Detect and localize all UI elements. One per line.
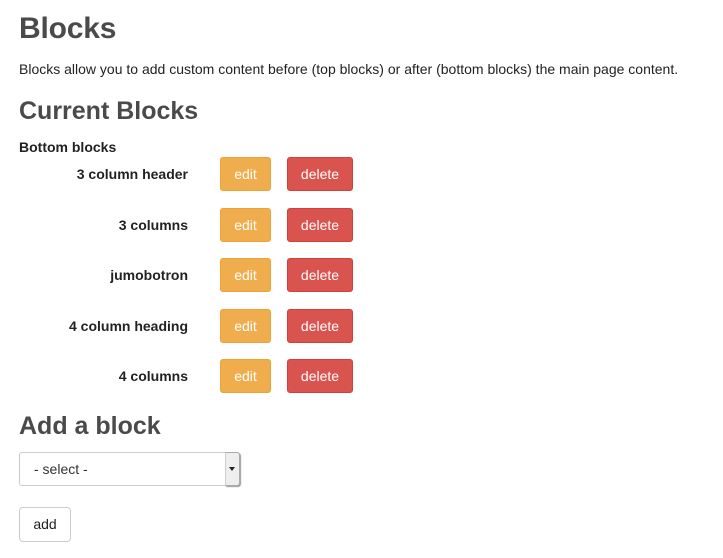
current-blocks-heading: Current Blocks [19,97,199,125]
add-block-button[interactable]: add [19,507,71,542]
edit-button[interactable]: edit [220,309,271,343]
block-name: 4 column heading [68,318,188,334]
delete-button[interactable]: delete [287,208,353,242]
delete-button[interactable]: delete [287,157,353,191]
add-block-heading: Add a block [19,412,161,440]
block-row: 4 columns edit delete [19,359,359,393]
edit-button[interactable]: edit [220,258,271,292]
block-name: 3 column header [76,166,188,182]
block-row: 4 column heading edit delete [19,309,359,343]
edit-button[interactable]: edit [220,359,271,393]
block-name: jumobotron [110,267,188,283]
block-name: 4 columns [118,368,188,384]
delete-button[interactable]: delete [287,258,353,292]
block-row: 3 column header edit delete [19,157,359,191]
page-title: Blocks [19,12,117,45]
select-dropdown-button[interactable] [225,452,240,486]
block-row: 3 columns edit delete [19,208,359,242]
delete-button[interactable]: delete [287,359,353,393]
delete-button[interactable]: delete [287,309,353,343]
caret-down-icon [229,467,235,471]
edit-button[interactable]: edit [220,157,271,191]
block-row: jumobotron edit delete [19,258,359,292]
bottom-blocks-label: Bottom blocks [19,139,117,155]
block-name: 3 columns [118,217,188,233]
edit-button[interactable]: edit [220,208,271,242]
page-intro: Blocks allow you to add custom content b… [19,61,679,77]
select-value: - select - [34,461,88,477]
block-type-select[interactable]: - select - [19,452,240,486]
